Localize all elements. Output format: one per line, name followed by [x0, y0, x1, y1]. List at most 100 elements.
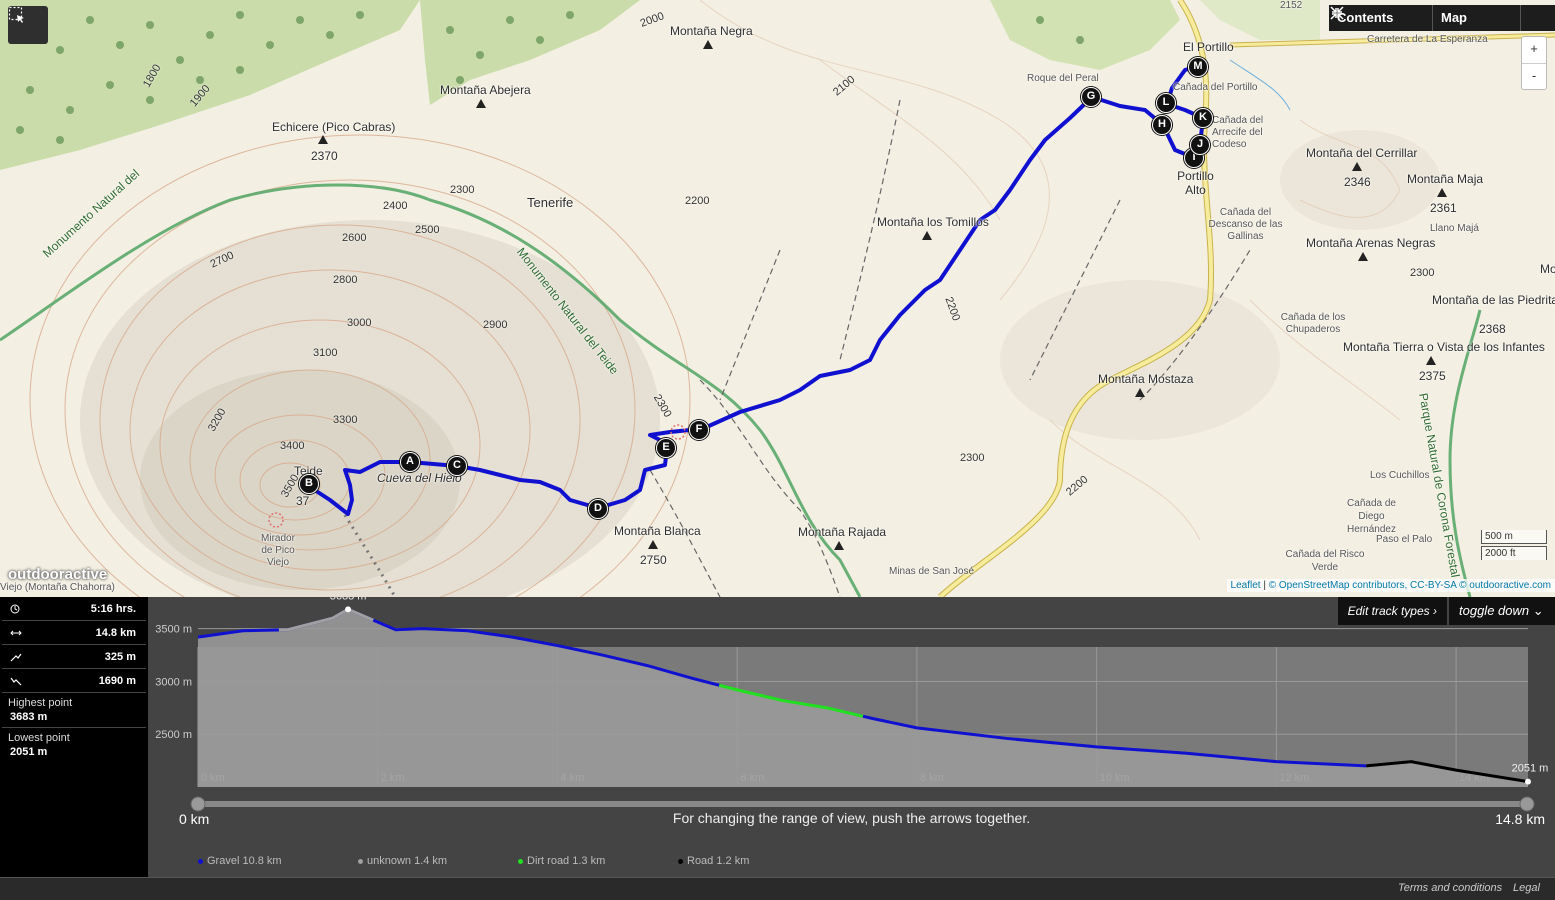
legend-item: Road 1.2 km [678, 855, 838, 867]
outdooractive-link[interactable]: © outdooractive.com [1459, 580, 1551, 591]
y-tick-label: 3000 m [155, 676, 192, 688]
peak-icon [1437, 188, 1447, 197]
legend-dot [518, 858, 523, 864]
waypoint-marker[interactable]: E [656, 438, 676, 458]
stat-distance: 14.8 km [2, 621, 146, 645]
peak-label: 3683 m [330, 597, 367, 602]
contour-label: 2400 [383, 200, 408, 212]
contour-label: 2800 [333, 274, 358, 286]
place-label: Roque del Peral [1027, 73, 1099, 84]
place-label: Montaña Mostaza [1098, 372, 1194, 386]
contour-label: 2300 [450, 184, 475, 196]
peak-icon [1135, 388, 1145, 397]
waypoint-marker[interactable]: J [1190, 135, 1210, 155]
peak-icon [834, 541, 844, 550]
place-label: Cañada del Risco Verde [1285, 549, 1365, 573]
contour-label: 3400 [280, 440, 305, 452]
selection-cursor-icon [8, 6, 24, 23]
peak-icon [648, 540, 658, 549]
peak-icon [1358, 252, 1368, 261]
place-label: Montaña del Cerrillar [1306, 146, 1418, 160]
lowest-point-value: 2051 m [10, 746, 48, 758]
descent-value: 1690 m [98, 674, 136, 687]
track-type-legend: Gravel 10.8 km unknown 1.4 km Dirt road 1.… [198, 855, 838, 867]
legend-item: Gravel 10.8 km [198, 855, 358, 867]
place-label: Tenerife [527, 195, 574, 210]
brand-logo: outdooractive [8, 566, 108, 583]
place-label: Portillo Alto [1177, 169, 1214, 197]
place-label: 2750 [640, 553, 667, 567]
place-label: 2368 [1479, 322, 1506, 336]
waypoint-marker[interactable]: M [1188, 57, 1208, 77]
place-label: Cañada del Arrecife del Codeso [1212, 115, 1264, 150]
place-label: Montaña los Tomillos [877, 215, 989, 229]
waypoint-marker[interactable]: F [689, 420, 709, 440]
tab-map[interactable]: Map [1433, 5, 1521, 31]
zoom-in-button[interactable]: + [1522, 37, 1546, 63]
place-label: El Portillo [1183, 40, 1234, 54]
place-label: 2375 [1419, 369, 1446, 383]
range-handle-left[interactable] [190, 796, 206, 812]
legend-item: unknown 1.4 km [358, 855, 518, 867]
toggle-down-button[interactable]: toggle down ⌄ [1448, 597, 1555, 625]
place-label: 2346 [1344, 175, 1371, 189]
toggle-down-label: toggle down [1459, 603, 1530, 618]
legend-label: unknown 1.4 km [367, 855, 448, 867]
map-canvas[interactable] [0, 0, 1555, 597]
place-label: Mirador de Pico Viejo [261, 533, 295, 568]
legend-label: Road 1.2 km [687, 855, 750, 867]
descent-icon [10, 677, 22, 685]
zoom-control: + - [1521, 36, 1547, 90]
place-label: Paso el Palo [1376, 534, 1433, 545]
map-view[interactable]: 2000 2100 1900 1800 2300 2400 2500 2600 … [0, 0, 1555, 597]
waypoint-marker[interactable]: A [400, 452, 420, 472]
place-label: Cañada de Diego Hernández [1347, 498, 1396, 535]
contour-label: 2300 [1410, 267, 1435, 279]
app-root: 2000 2100 1900 1800 2300 2400 2500 2600 … [0, 0, 1555, 900]
place-label: Montaña Rajada [798, 525, 887, 539]
waypoint-marker[interactable]: B [299, 474, 319, 494]
peak-icon [1426, 356, 1436, 365]
waypoint-marker[interactable]: C [447, 456, 467, 476]
leaflet-link[interactable]: Leaflet [1231, 580, 1261, 591]
place-label: Montaña Arenas Negras [1306, 236, 1436, 250]
contour-label: 2300 [960, 452, 985, 464]
place-label: Montaña Maja [1407, 172, 1484, 186]
place-label: Mo [1540, 262, 1555, 276]
contour-label: 3100 [313, 347, 338, 359]
place-label: Montaña Tierra o Vista de los Infantes [1343, 340, 1545, 354]
place-label: Minas de San José [889, 566, 975, 577]
waypoint-marker[interactable]: K [1193, 108, 1213, 128]
stat-descent: 1690 m [2, 669, 146, 693]
waypoint-marker[interactable]: L [1156, 93, 1176, 113]
osm-link[interactable]: © OpenStreetMap contributors, CC-BY-SA [1269, 580, 1457, 591]
highest-point-value: 3683 m [2, 709, 146, 728]
peak-icon [318, 135, 328, 144]
track-stats-panel: 5:16 hrs. 14.8 km 325 m 1690 m Highest p… [0, 597, 148, 877]
clock-icon [10, 604, 20, 613]
select-tool-button[interactable] [8, 6, 48, 44]
legal-link[interactable]: Legal [1513, 882, 1540, 894]
contour-label: 2500 [415, 224, 440, 236]
contour-label: 3000 [347, 317, 372, 329]
y-tick-label: 2500 m [155, 729, 192, 741]
waypoint-marker[interactable]: H [1152, 115, 1172, 135]
elevation-profile-panel: 2500 m3000 m3500 m0 km2 km4 km6 km8 km10… [148, 597, 1555, 877]
map-attribution: Leaflet | © OpenStreetMap contributors, … [1226, 579, 1555, 592]
terms-link[interactable]: Terms and conditions [1398, 882, 1502, 894]
scale-imperial: 2000 ft [1481, 546, 1547, 560]
edit-track-types-button[interactable]: Edit track types › [1337, 597, 1447, 625]
waypoint-marker[interactable]: D [588, 499, 608, 519]
y-tick-label: 3500 m [155, 624, 192, 636]
elevation-chart[interactable]: 2500 m3000 m3500 m0 km2 km4 km6 km8 km10… [148, 597, 1555, 877]
end-marker [1525, 778, 1531, 785]
waypoint-marker[interactable]: G [1081, 87, 1101, 107]
range-handle-right[interactable] [1519, 796, 1535, 812]
legend-label: Dirt road 1.3 km [527, 855, 606, 867]
zoom-out-button[interactable]: - [1522, 63, 1546, 89]
scale-bar: 500 m 2000 ft [1481, 530, 1547, 560]
contour-label: 3300 [333, 414, 358, 426]
fullscreen-button[interactable] [1330, 5, 1555, 31]
top-tabs: Contents Map [1329, 5, 1555, 31]
place-label: Echicere (Pico Cabras) [272, 120, 396, 134]
